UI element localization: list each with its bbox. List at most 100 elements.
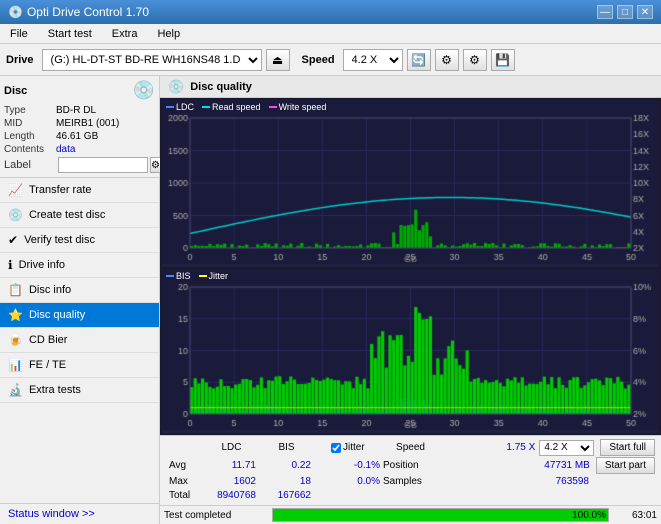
sidebar-label-transfer-rate: Transfer rate: [29, 184, 92, 196]
minimize-button[interactable]: —: [597, 5, 613, 19]
bottom-status-bar: Test completed 100.0% 63:01: [160, 505, 661, 524]
jitter-checkbox[interactable]: [331, 443, 341, 453]
start-part-button[interactable]: Start part: [596, 457, 655, 474]
jitter-legend-label: Jitter: [209, 271, 229, 281]
col-header-bis: BIS: [259, 441, 314, 454]
time-display: 63:01: [617, 510, 657, 521]
menu-start-test[interactable]: Start test: [42, 26, 98, 42]
speed-label: Speed: [302, 54, 335, 66]
disc-contents-row: Contents data: [4, 144, 155, 155]
menu-extra[interactable]: Extra: [106, 26, 144, 42]
status-window-label: Status window >>: [8, 508, 95, 520]
sidebar-item-cd-bier[interactable]: 🍺 CD Bier: [0, 328, 159, 353]
drive-label: Drive: [6, 54, 34, 66]
ldc-legend-label: LDC: [176, 102, 194, 112]
sidebar-label-drive-info: Drive info: [19, 259, 65, 271]
main-layout: Disc 💿 Type BD-R DL MID MEIRB1 (001) Len…: [0, 76, 661, 524]
save-button[interactable]: 💾: [491, 49, 515, 71]
drive-select[interactable]: (G:) HL-DT-ST BD-RE WH16NS48 1.D3: [42, 49, 262, 71]
sidebar-label-cd-bier: CD Bier: [29, 334, 68, 346]
titlebar: 💿 Opti Drive Control 1.70 — □ ✕: [0, 0, 661, 24]
jitter-legend-dot: [199, 275, 207, 277]
progress-bar: 100.0%: [272, 508, 609, 522]
drive-info-icon: ℹ: [8, 258, 13, 272]
progress-bar-text: 100.0%: [572, 509, 606, 523]
start-full-button[interactable]: Start full: [600, 439, 655, 456]
stats-speed-select[interactable]: 4.2 X: [539, 440, 594, 456]
disc-header-label: Disc: [4, 85, 27, 97]
disc-mid-value: MEIRB1 (001): [56, 118, 119, 129]
total-jitter-empty: [328, 489, 383, 502]
extra-tests-icon: 🔬: [8, 383, 23, 397]
col-header-empty: [166, 441, 204, 454]
total-empty: [314, 489, 328, 502]
sidebar-item-fe-te[interactable]: 📊 FE / TE: [0, 353, 159, 378]
bottom-chart: BIS Jitter: [162, 269, 659, 433]
sidebar-item-create-test-disc[interactable]: 💿 Create test disc: [0, 203, 159, 228]
sidebar-label-disc-info: Disc info: [29, 284, 71, 296]
fe-te-icon: 📊: [8, 358, 23, 372]
bottom-chart-legend: BIS Jitter: [166, 271, 228, 281]
avg-bis: 0.22: [259, 459, 314, 472]
sidebar-item-extra-tests[interactable]: 🔬 Extra tests: [0, 378, 159, 403]
settings-button1[interactable]: ⚙: [435, 49, 459, 71]
avg-jitter: -0.1%: [328, 459, 383, 472]
disc-quality-icon: ⭐: [8, 308, 23, 322]
disc-type-row: Type BD-R DL: [4, 105, 155, 116]
top-chart-canvas: [162, 100, 659, 264]
disc-label-input[interactable]: [58, 157, 148, 173]
max-ldc: 1602: [204, 475, 259, 488]
sidebar-item-transfer-rate[interactable]: 📈 Transfer rate: [0, 178, 159, 203]
create-test-disc-icon: 💿: [8, 208, 23, 222]
sidebar-label-fe-te: FE / TE: [29, 359, 66, 371]
settings-button2[interactable]: ⚙: [463, 49, 487, 71]
sidebar-item-drive-info[interactable]: ℹ Drive info: [0, 253, 159, 278]
bis-legend-label: BIS: [176, 271, 191, 281]
samples-value: 763598: [556, 476, 589, 487]
col-header-check: [314, 441, 328, 454]
disc-quality-header-icon: 💿: [168, 79, 184, 95]
eject-button[interactable]: ⏏: [266, 49, 290, 71]
disc-mid-row: MID MEIRB1 (001): [4, 118, 155, 129]
avg-empty: [314, 459, 328, 472]
sidebar-label-verify-test-disc: Verify test disc: [24, 234, 95, 246]
total-bis: 167662: [259, 489, 314, 502]
total-label: Total: [166, 489, 204, 502]
close-button[interactable]: ✕: [637, 5, 653, 19]
max-jitter: 0.0%: [328, 475, 383, 488]
menu-file[interactable]: File: [4, 26, 34, 42]
speed-select[interactable]: 4.2 X: [343, 49, 403, 71]
toolbar: Drive (G:) HL-DT-ST BD-RE WH16NS48 1.D3 …: [0, 44, 661, 76]
col-header-ldc: LDC: [204, 441, 259, 454]
sidebar-item-verify-test-disc[interactable]: ✔ Verify test disc: [0, 228, 159, 253]
avg-ldc: 11.71: [204, 459, 259, 472]
nav-items: 📈 Transfer rate 💿 Create test disc ✔ Ver…: [0, 178, 159, 503]
maximize-button[interactable]: □: [617, 5, 633, 19]
legend-read-speed: Read speed: [202, 102, 261, 112]
ldc-legend-dot: [166, 106, 174, 108]
menu-help[interactable]: Help: [151, 26, 186, 42]
verify-test-disc-icon: ✔: [8, 233, 18, 247]
legend-ldc: LDC: [166, 102, 194, 112]
disc-info-icon: 📋: [8, 283, 23, 297]
sidebar-item-disc-quality[interactable]: ⭐ Disc quality: [0, 303, 159, 328]
sidebar: Disc 💿 Type BD-R DL MID MEIRB1 (001) Len…: [0, 76, 160, 524]
max-empty: [314, 475, 328, 488]
menubar: File Start test Extra Help: [0, 24, 661, 44]
write-speed-legend-dot: [269, 106, 277, 108]
disc-length-label: Length: [4, 131, 56, 142]
top-chart: LDC Read speed Write speed: [162, 100, 659, 267]
disc-quality-header: 💿 Disc quality: [160, 76, 661, 98]
titlebar-controls[interactable]: — □ ✕: [597, 5, 653, 19]
disc-icon: 💿: [133, 80, 155, 101]
col-header-jitter: Jitter: [328, 441, 383, 454]
sidebar-item-disc-info[interactable]: 📋 Disc info: [0, 278, 159, 303]
app-icon: 💿: [8, 5, 23, 19]
sidebar-label-disc-quality: Disc quality: [29, 309, 85, 321]
bis-legend-dot: [166, 275, 174, 277]
legend-bis: BIS: [166, 271, 191, 281]
status-window-link[interactable]: Status window >>: [0, 503, 159, 524]
refresh-button[interactable]: 🔄: [407, 49, 431, 71]
read-speed-legend-label: Read speed: [212, 102, 261, 112]
position-value: 47731 MB: [544, 460, 590, 471]
